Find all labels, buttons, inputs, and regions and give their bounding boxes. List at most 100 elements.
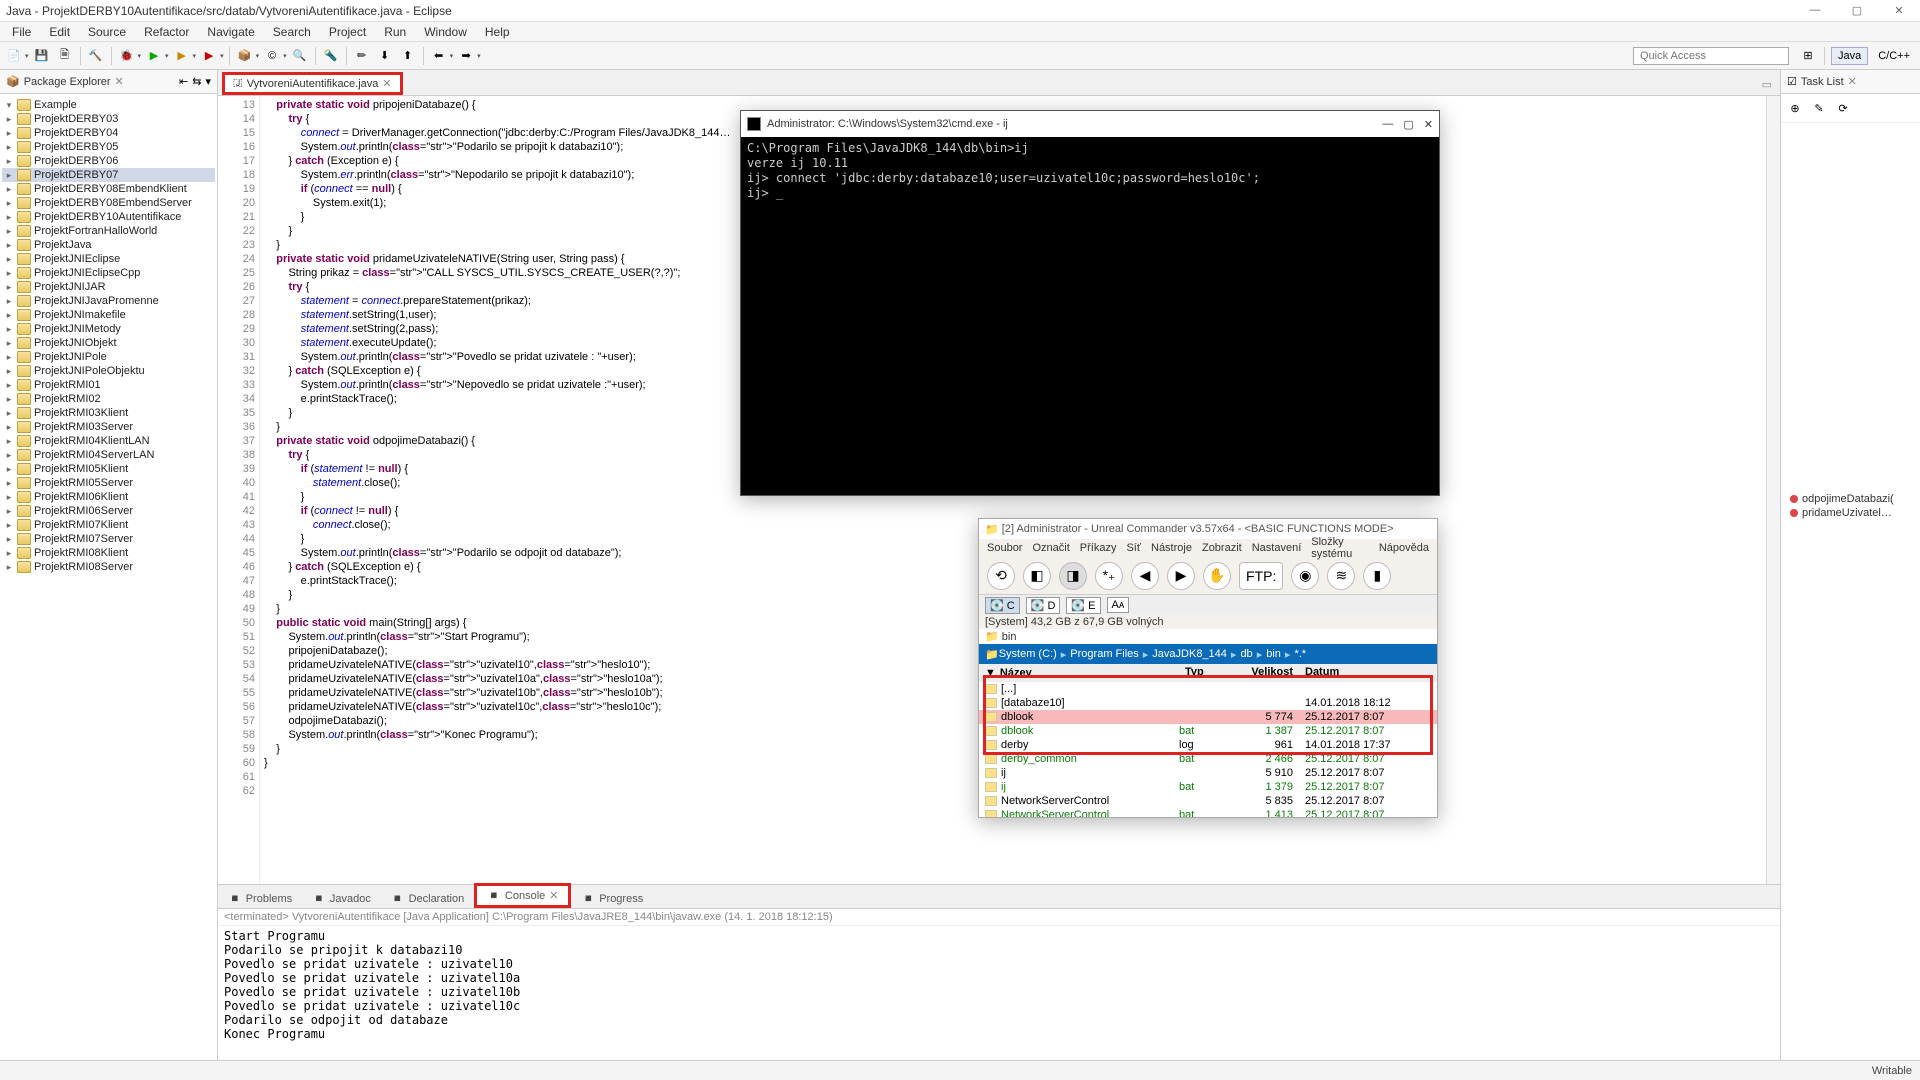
uc-ftp-icon[interactable]: FTP: [1239, 562, 1283, 590]
uc-row-ij[interactable]: ijbat1 37925.12.2017 8:07 [979, 780, 1437, 794]
project-Example[interactable]: ▾Example [2, 98, 215, 112]
cmd-body[interactable]: C:\Program Files\JavaJDK8_144\db\bin>ij … [741, 137, 1439, 495]
menu-edit[interactable]: Edit [41, 23, 78, 41]
quick-access-input[interactable] [1633, 47, 1789, 65]
uc-refresh-icon[interactable]: ⟲ [987, 562, 1015, 590]
project-ProjektDERBY06[interactable]: ▸ProjektDERBY06 [2, 154, 215, 168]
menu-run[interactable]: Run [376, 23, 414, 41]
uc-menu-Zobrazit[interactable]: Zobrazit [1202, 542, 1242, 554]
project-ProjektJNIJavaPromenne[interactable]: ▸ProjektJNIJavaPromenne [2, 294, 215, 308]
uc-dot-icon[interactable]: ◉ [1291, 562, 1319, 590]
tab-progress[interactable]: ◾Progress [571, 889, 653, 908]
uc-view4-icon[interactable]: ▮ [1363, 562, 1391, 590]
console-output[interactable]: Start Programu Podarilo se pripojit k da… [218, 926, 1780, 1060]
uc-drive-C[interactable]: 💽 C [985, 597, 1020, 614]
project-ProjektJNIPoleObjektu[interactable]: ▸ProjektJNIPoleObjektu [2, 364, 215, 378]
menu-help[interactable]: Help [477, 23, 518, 41]
project-ProjektRMI07Klient[interactable]: ▸ProjektRMI07Klient [2, 518, 215, 532]
uc-menu-Nastavení[interactable]: Nastavení [1252, 542, 1302, 554]
outline-item[interactable]: pridameUzivatel… [1790, 506, 1910, 520]
editor-min-icon[interactable]: ▭ [1754, 74, 1780, 95]
link-editor-icon[interactable]: ⇆ [192, 75, 201, 88]
project-ProjektFortranHalloWorld[interactable]: ▸ProjektFortranHalloWorld [2, 224, 215, 238]
menu-file[interactable]: File [4, 23, 39, 41]
next-annotation-icon[interactable]: ⬇ [375, 46, 395, 66]
uc-row-[databaze10][interactable]: [databaze10]14.01.2018 18:12 [979, 696, 1437, 710]
uc-menu-Nápověda[interactable]: Nápověda [1379, 542, 1429, 554]
debug-icon[interactable]: 🐞 [117, 46, 137, 66]
tab-console[interactable]: ◾Console ✕ [474, 883, 571, 908]
project-ProjektDERBY08EmbendServer[interactable]: ▸ProjektDERBY08EmbendServer [2, 196, 215, 210]
editor-tab-active[interactable]: 🇯 VytvoreniAutentifikace.java ✕ [222, 72, 403, 95]
run-icon[interactable]: ▶ [144, 46, 164, 66]
uc-menu-Síť[interactable]: Síť [1126, 542, 1141, 554]
project-ProjektRMI04KlientLAN[interactable]: ▸ProjektRMI04KlientLAN [2, 434, 215, 448]
project-ProjektRMI06Server[interactable]: ▸ProjektRMI06Server [2, 504, 215, 518]
collapse-all-icon[interactable]: ⇤ [179, 75, 188, 88]
uc-row-derby[interactable]: derbylog96114.01.2018 17:37 [979, 738, 1437, 752]
uc-row-NetworkServerControl[interactable]: NetworkServerControl5 83525.12.2017 8:07 [979, 794, 1437, 808]
uc-case-icon[interactable]: Aᴀ [1107, 597, 1130, 613]
uc-row-NetworkServerControl[interactable]: NetworkServerControlbat1 41325.12.2017 8… [979, 808, 1437, 817]
uc-menu-Příkazy[interactable]: Příkazy [1080, 542, 1117, 554]
project-ProjektRMI01[interactable]: ▸ProjektRMI01 [2, 378, 215, 392]
tl-icon3[interactable]: ⟳ [1833, 98, 1853, 118]
menu-navigate[interactable]: Navigate [199, 23, 262, 41]
build-icon[interactable]: 🔨 [86, 46, 106, 66]
uc-view3-icon[interactable]: ≋ [1327, 562, 1355, 590]
uc-path[interactable]: 📁 System (C:)▸Program Files▸JavaJDK8_144… [979, 644, 1437, 664]
coverage-icon[interactable]: ▶ [172, 46, 192, 66]
uc-tree[interactable]: 📁 bin [979, 629, 1437, 644]
open-perspective-icon[interactable]: ⊞ [1798, 46, 1818, 66]
new-package-icon[interactable]: 📦 [235, 46, 255, 66]
uc-filter-icon[interactable]: *₊ [1095, 562, 1123, 590]
new-icon[interactable]: 📄 [4, 46, 24, 66]
toggle-mark-icon[interactable]: ✏ [352, 46, 372, 66]
cmd-close[interactable]: ✕ [1424, 118, 1433, 131]
menu-project[interactable]: Project [321, 23, 374, 41]
tab-declaration[interactable]: ◾Declaration [381, 889, 474, 908]
project-ProjektJNIObjekt[interactable]: ▸ProjektJNIObjekt [2, 336, 215, 350]
project-ProjektRMI04ServerLAN[interactable]: ▸ProjektRMI04ServerLAN [2, 448, 215, 462]
back-icon[interactable]: ⬅ [429, 46, 449, 66]
project-ProjektJNIJAR[interactable]: ▸ProjektJNIJAR [2, 280, 215, 294]
open-type-icon[interactable]: 🔍 [290, 46, 310, 66]
cmd-max[interactable]: ▢ [1403, 118, 1413, 131]
minimize-button[interactable]: — [1800, 4, 1830, 17]
project-ProjektRMI06Klient[interactable]: ▸ProjektRMI06Klient [2, 490, 215, 504]
prev-annotation-icon[interactable]: ⬆ [398, 46, 418, 66]
uc-row-derby_common[interactable]: derby_commonbat2 46625.12.2017 8:07 [979, 752, 1437, 766]
tab-problems[interactable]: ◾Problems [218, 889, 302, 908]
project-tree[interactable]: ▾Example▸ProjektDERBY03▸ProjektDERBY04▸P… [0, 94, 217, 1060]
project-ProjektRMI08Server[interactable]: ▸ProjektRMI08Server [2, 560, 215, 574]
close-tasklist-icon[interactable]: ✕ [1848, 75, 1857, 88]
uc-right-icon[interactable]: ▶ [1167, 562, 1195, 590]
project-ProjektDERBY03[interactable]: ▸ProjektDERBY03 [2, 112, 215, 126]
uc-row-ij[interactable]: ij5 91025.12.2017 8:07 [979, 766, 1437, 780]
tl-icon1[interactable]: ⊕ [1785, 98, 1805, 118]
project-ProjektRMI03Klient[interactable]: ▸ProjektRMI03Klient [2, 406, 215, 420]
uc-row-dblook[interactable]: dblook5 77425.12.2017 8:07 [979, 710, 1437, 724]
cmd-min[interactable]: — [1382, 118, 1393, 131]
project-ProjektJNIEclipseCpp[interactable]: ▸ProjektJNIEclipseCpp [2, 266, 215, 280]
project-ProjektDERBY10Autentifikace[interactable]: ▸ProjektDERBY10Autentifikace [2, 210, 215, 224]
new-class-icon[interactable]: © [262, 46, 282, 66]
maximize-button[interactable]: ▢ [1842, 4, 1872, 17]
cpp-perspective[interactable]: C/C++ [1872, 48, 1916, 64]
uc-drive-E[interactable]: 💽 E [1066, 597, 1100, 614]
project-ProjektRMI03Server[interactable]: ▸ProjektRMI03Server [2, 420, 215, 434]
close-button[interactable]: ✕ [1884, 4, 1914, 17]
menu-source[interactable]: Source [80, 23, 134, 41]
uc-h-size[interactable]: Velikost [1229, 664, 1299, 682]
uc-row-dblook[interactable]: dblookbat1 38725.12.2017 8:07 [979, 724, 1437, 738]
view-menu-icon[interactable]: ▾ [205, 75, 211, 88]
editor-scrollbar[interactable] [1766, 96, 1780, 884]
project-ProjektDERBY08EmbendKlient[interactable]: ▸ProjektDERBY08EmbendKlient [2, 182, 215, 196]
forward-icon[interactable]: ➡ [456, 46, 476, 66]
project-ProjektRMI08Klient[interactable]: ▸ProjektRMI08Klient [2, 546, 215, 560]
uc-view2-icon[interactable]: ◨ [1059, 562, 1087, 590]
uc-file-list[interactable]: [...][databaze10]14.01.2018 18:12dblook5… [979, 682, 1437, 817]
java-perspective[interactable]: Java [1831, 47, 1868, 65]
search-icon[interactable]: 🔦 [321, 46, 341, 66]
project-ProjektJNIPole[interactable]: ▸ProjektJNIPole [2, 350, 215, 364]
